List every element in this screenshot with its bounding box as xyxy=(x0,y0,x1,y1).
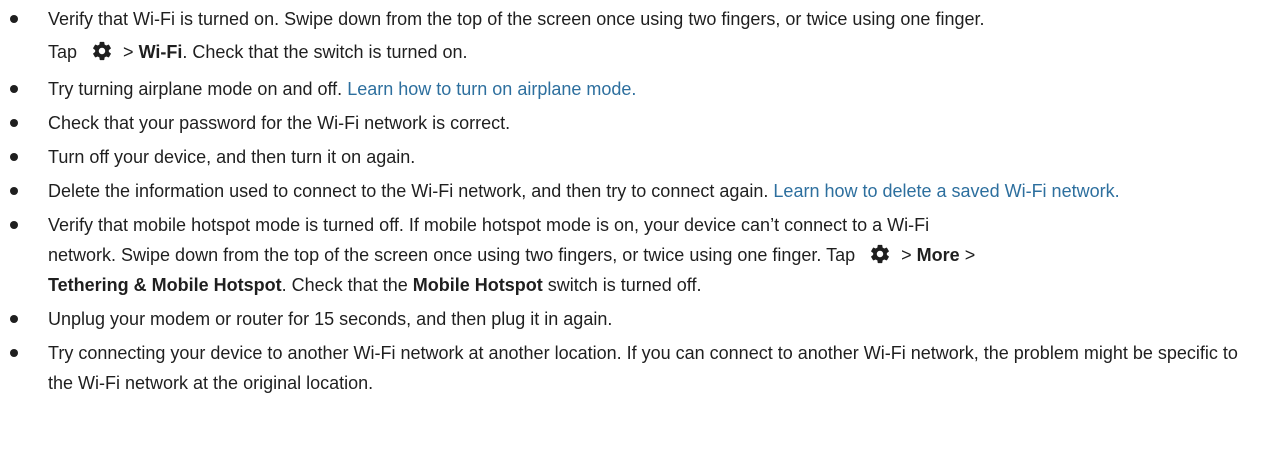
list-item-delete-network: Delete the information used to connect t… xyxy=(0,176,1269,206)
gear-icon xyxy=(93,41,111,61)
item-mid: . Check that the xyxy=(281,275,408,295)
troubleshooting-list: Verify that Wi-Fi is turned on. Swipe do… xyxy=(0,4,1269,398)
item-text: Turn off your device, and then turn it o… xyxy=(48,147,416,167)
mobile-hotspot-label: Mobile Hotspot xyxy=(412,275,543,295)
item-text: Try turning airplane mode on and off. xyxy=(48,79,343,99)
list-item-restart: Turn off your device, and then turn it o… xyxy=(0,142,1269,172)
bullet-icon xyxy=(10,15,18,23)
troubleshooting-page: Verify that Wi-Fi is turned on. Swipe do… xyxy=(0,0,1269,461)
item-text: Check that your password for the Wi-Fi n… xyxy=(48,113,511,133)
list-item-airplane-mode: Try turning airplane mode on and off. Le… xyxy=(0,74,1269,104)
arrow-separator-2: > xyxy=(964,245,976,265)
bullet-icon xyxy=(10,85,18,93)
item-text: Unplug your modem or router for 15 secon… xyxy=(48,309,613,329)
bullet-icon xyxy=(10,153,18,161)
list-item-hotspot: Verify that mobile hotspot mode is turne… xyxy=(0,210,1269,300)
item-text-2: network. Swipe down from the top of the … xyxy=(48,245,856,265)
arrow-separator: > xyxy=(901,245,912,265)
item-text: Verify that Wi-Fi is turned on. Swipe do… xyxy=(48,9,985,29)
list-item-verify-wifi: Verify that Wi-Fi is turned on. Swipe do… xyxy=(0,4,1269,70)
item-text: Try connecting your device to another Wi… xyxy=(48,343,1238,393)
item-suffix: . Check that the switch is turned on. xyxy=(182,42,468,62)
item-text: Delete the information used to connect t… xyxy=(48,181,769,201)
list-item-password: Check that your password for the Wi-Fi n… xyxy=(0,108,1269,138)
tethering-label: Tethering & Mobile Hotspot xyxy=(48,275,282,295)
airplane-mode-link[interactable]: Learn how to turn on airplane mode. xyxy=(347,79,636,99)
item-text: Verify that mobile hotspot mode is turne… xyxy=(48,215,930,235)
gear-icon xyxy=(871,244,890,264)
list-item-unplug-router: Unplug your modem or router for 15 secon… xyxy=(0,304,1269,334)
delete-network-link[interactable]: Learn how to delete a saved Wi-Fi networ… xyxy=(773,181,1119,201)
bullet-icon xyxy=(10,187,18,195)
bullet-icon xyxy=(10,349,18,357)
bullet-icon xyxy=(10,119,18,127)
bullet-icon xyxy=(10,315,18,323)
item-suffix: switch is turned off. xyxy=(547,275,702,295)
arrow-separator: > xyxy=(123,42,134,62)
list-item-another-network: Try connecting your device to another Wi… xyxy=(0,338,1269,398)
tap-label: Tap xyxy=(48,42,78,62)
bullet-icon xyxy=(10,221,18,229)
wifi-label: Wi-Fi xyxy=(138,42,183,62)
more-label: More xyxy=(916,245,960,265)
